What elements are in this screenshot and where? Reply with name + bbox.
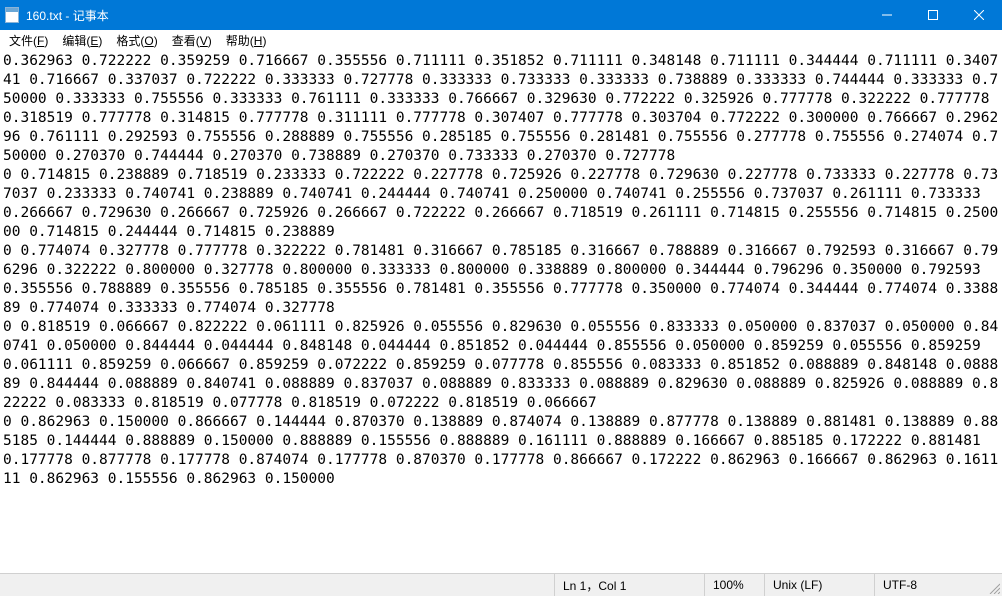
status-position: Ln 1，Col 1 [554,574,704,596]
notepad-icon [0,0,24,30]
editor-area [0,50,1002,573]
window-title: 160.txt - 记事本 [24,7,109,24]
status-zoom: 100% [704,574,764,596]
resize-grip-icon[interactable] [984,574,1002,596]
menu-edit[interactable]: 编辑(E) [55,31,109,50]
minimize-button[interactable] [864,0,910,30]
menu-help[interactable]: 帮助(H) [219,31,274,50]
menubar: 文件(F) 编辑(E) 格式(O) 查看(V) 帮助(H) [0,30,1002,50]
status-eol: Unix (LF) [764,574,874,596]
status-encoding: UTF-8 [874,574,984,596]
close-button[interactable] [956,0,1002,30]
menu-format[interactable]: 格式(O) [109,31,164,50]
menu-view[interactable]: 查看(V) [165,31,219,50]
statusbar: Ln 1，Col 1 100% Unix (LF) UTF-8 [0,573,1002,596]
maximize-button[interactable] [910,0,956,30]
text-editor[interactable] [0,50,1002,573]
status-spacer [0,574,554,596]
titlebar: 160.txt - 记事本 [0,0,1002,30]
menu-file[interactable]: 文件(F) [2,31,55,50]
